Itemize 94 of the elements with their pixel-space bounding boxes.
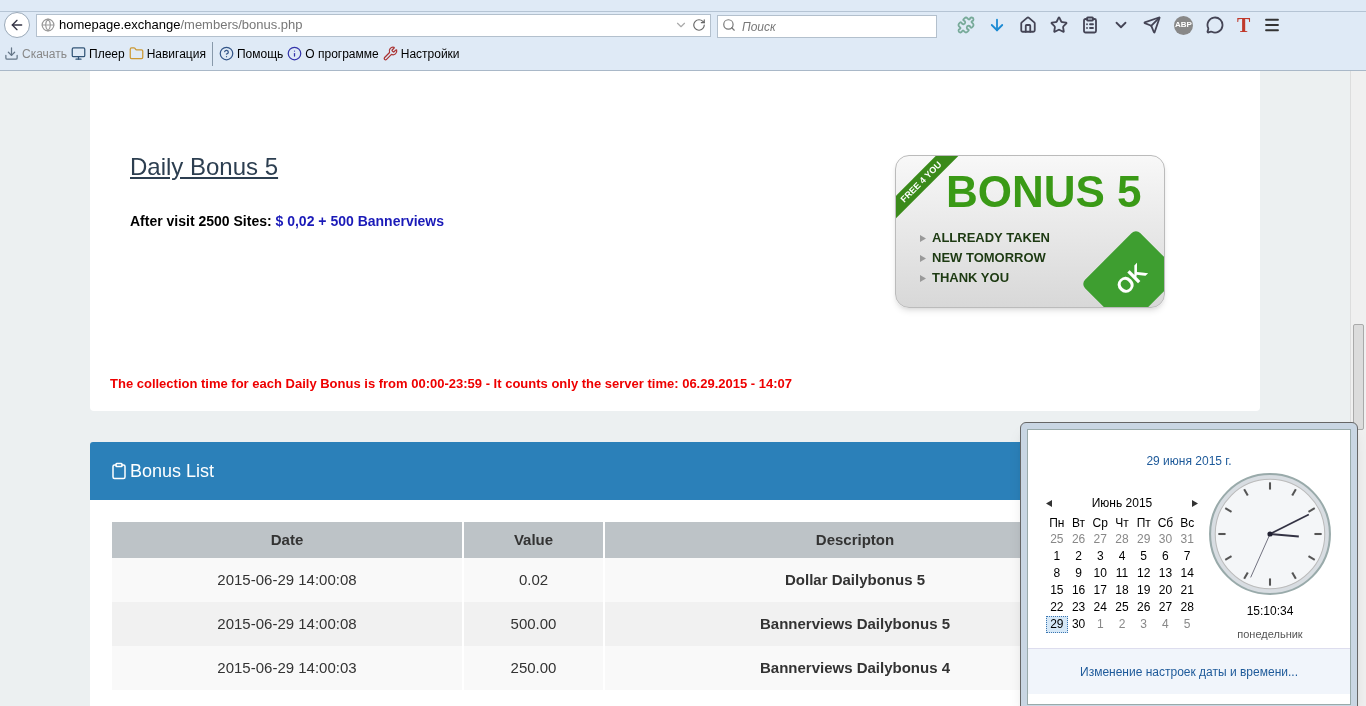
adblock-button[interactable]: ABP <box>1174 15 1193 35</box>
address-field[interactable]: homepage.exchange/members/bonus.php <box>36 13 711 37</box>
weekday-label: Вс <box>1179 516 1196 531</box>
paper-plane-icon[interactable] <box>1143 16 1161 34</box>
column-header: Value <box>464 522 603 558</box>
banner-line: ALLREADY TAKEN <box>932 229 1050 247</box>
weekday-label: Сб <box>1156 516 1175 531</box>
calendar-day[interactable]: 30 <box>1154 531 1177 548</box>
calendar-day[interactable]: 11 <box>1111 565 1133 582</box>
calendar-day[interactable]: 9 <box>1067 565 1090 582</box>
calendar-day[interactable]: 23 <box>1067 599 1090 616</box>
bookmark-link[interactable]: Помощь <box>236 44 284 63</box>
search-field[interactable]: Поиск <box>717 15 937 38</box>
banner-line: NEW TOMORROW <box>932 249 1046 267</box>
globe-icon <box>41 18 55 32</box>
calendar-day[interactable]: 12 <box>1132 565 1155 582</box>
info-icon <box>287 46 303 61</box>
collection-notice: The collection time for each Daily Bonus is from 00:00-23:59 - It counts only the server time: 06.29.2015 - 14:07 <box>110 375 794 393</box>
calendar-day[interactable]: 17 <box>1089 582 1112 599</box>
bonus-requirement: After visit 2500 Sites: $ 0,02 + 500 Bannerviews <box>130 212 445 231</box>
table-cell: 2015-06-29 14:00:08 <box>112 602 462 646</box>
calendar-day[interactable]: 3 <box>1132 616 1155 633</box>
calendar-day[interactable]: 26 <box>1067 531 1090 548</box>
download-icon <box>4 46 19 61</box>
calendar-day[interactable]: 8 <box>1046 565 1068 582</box>
previous-month-icon[interactable] <box>1046 499 1052 507</box>
calendar-day[interactable]: 2 <box>1111 616 1133 633</box>
calendar-day[interactable]: 10 <box>1089 565 1112 582</box>
calendar-day[interactable]: 16 <box>1067 582 1090 599</box>
calendar-day[interactable]: 25 <box>1111 599 1133 616</box>
clock-time: 15:10:34 <box>1246 603 1294 620</box>
triangle-icon <box>920 254 926 262</box>
weekday-label: Чт <box>1114 516 1130 531</box>
star-icon[interactable] <box>1050 16 1068 34</box>
tools-icon <box>382 46 398 61</box>
bookmark-link[interactable]: О программе <box>305 44 379 63</box>
calendar-day[interactable]: 5 <box>1132 548 1155 565</box>
url-text: homepage.exchange/members/bonus.php <box>59 16 304 35</box>
weekday-name: понедельник <box>1237 627 1303 642</box>
banner-line: THANK YOU <box>932 269 1010 287</box>
calendar-day[interactable]: 26 <box>1132 599 1155 616</box>
calendar-day[interactable]: 29 <box>1046 616 1068 633</box>
calendar-day[interactable]: 22 <box>1046 599 1068 616</box>
calendar-day[interactable]: 31 <box>1176 531 1198 548</box>
banner-title: BONUS 5 <box>946 170 1143 214</box>
list-icon[interactable] <box>1081 16 1099 34</box>
bonus-list-title: Bonus List <box>130 459 215 483</box>
calendar-day[interactable]: 14 <box>1176 565 1198 582</box>
calendar-day[interactable]: 25 <box>1046 531 1068 548</box>
bookmark-link[interactable]: Настройки <box>400 44 460 63</box>
full-date-link[interactable]: 29 июня 2015 г. <box>1146 452 1232 470</box>
clipboard-icon <box>110 462 128 480</box>
calendar-day[interactable]: 27 <box>1154 599 1177 616</box>
menu-icon[interactable] <box>1263 16 1282 34</box>
table-cell: 2015-06-29 14:00:08 <box>112 558 462 602</box>
bookmark-link[interactable]: Плеер <box>89 44 125 63</box>
table-cell: 250.00 <box>464 646 603 690</box>
table-cell: 2015-06-29 14:00:03 <box>112 646 462 690</box>
help-icon <box>218 46 234 61</box>
letter-button[interactable]: T <box>1237 15 1251 35</box>
triangle-icon <box>920 234 926 242</box>
download-icon[interactable] <box>988 16 1006 34</box>
calendar-day[interactable]: 4 <box>1154 616 1177 633</box>
month-title: Июнь 2015 <box>1091 495 1153 512</box>
back-button[interactable] <box>4 12 30 38</box>
calendar-day[interactable]: 20 <box>1154 582 1177 599</box>
calendar-day[interactable]: 28 <box>1111 531 1133 548</box>
next-month-icon[interactable] <box>1192 499 1198 507</box>
weekday-label: Пт <box>1135 516 1152 531</box>
folder-icon <box>128 46 144 61</box>
calendar-day[interactable]: 21 <box>1176 582 1198 599</box>
calendar-day[interactable]: 29 <box>1132 531 1155 548</box>
calendar-day[interactable]: 28 <box>1176 599 1198 616</box>
calendar-day[interactable]: 7 <box>1176 548 1198 565</box>
chat-icon[interactable] <box>1206 16 1224 34</box>
reload-icon[interactable] <box>692 18 706 32</box>
column-header: Date <box>112 522 462 558</box>
scrollbar-thumb[interactable] <box>1353 324 1364 430</box>
triangle-icon <box>920 274 926 282</box>
calendar-day[interactable]: 4 <box>1111 548 1133 565</box>
calendar-day[interactable]: 6 <box>1154 548 1177 565</box>
home-icon[interactable] <box>1019 16 1037 34</box>
table-cell: 500.00 <box>464 602 603 646</box>
bookmark-link[interactable]: Навигация <box>146 44 206 63</box>
table-cell: 0.02 <box>464 558 603 602</box>
calendar-day[interactable]: 13 <box>1154 565 1177 582</box>
calendar-day[interactable]: 15 <box>1046 582 1068 599</box>
calendar-day[interactable]: 19 <box>1132 582 1155 599</box>
bonus-title: Daily Bonus 5 <box>130 152 279 182</box>
calendar-day[interactable]: 30 <box>1067 616 1090 633</box>
search-icon <box>722 17 736 32</box>
monitor-icon <box>71 46 86 61</box>
calendar-day[interactable]: 18 <box>1111 582 1133 599</box>
calendar-day[interactable]: 5 <box>1176 616 1198 633</box>
